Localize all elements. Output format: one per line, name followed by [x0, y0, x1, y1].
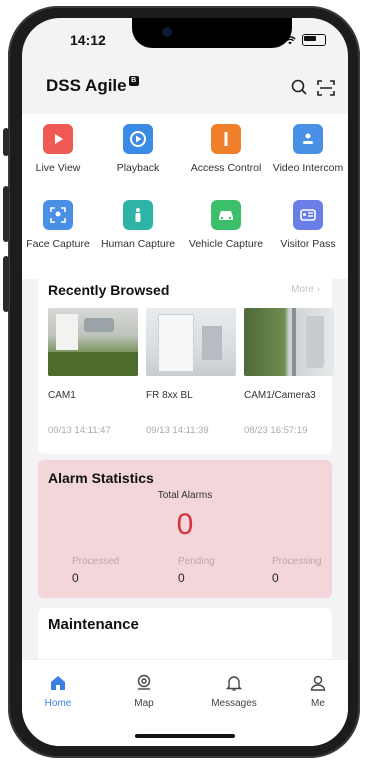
shortcut-label: Face Capture	[26, 238, 90, 250]
volume-up-button	[3, 186, 9, 242]
tab-label: Home	[44, 698, 72, 709]
shortcut-label: Access Control	[190, 162, 262, 174]
shortcut-label: Human Capture	[100, 238, 176, 250]
access-control-icon	[211, 124, 241, 154]
recently-browsed-title: Recently Browsed	[48, 282, 170, 298]
bottom-tab-bar: Home Map Messages Me	[22, 659, 348, 746]
volume-down-button	[3, 256, 9, 312]
camera-thumbnail	[244, 308, 334, 376]
more-link[interactable]: More ›	[291, 284, 320, 295]
shortcut-label: Vehicle Capture	[188, 238, 264, 250]
tab-home[interactable]: Home	[28, 672, 88, 709]
tab-map[interactable]: Map	[114, 672, 174, 709]
recent-item-name: FR 8xx BL	[146, 390, 193, 401]
shortcut-panel: Live View Playback Access Control Video Int…	[22, 114, 348, 279]
shortcut-label: Live View	[35, 162, 81, 174]
alarm-statistics-card[interactable]: Alarm Statistics Total Alarms 0 Processe…	[38, 460, 332, 598]
shortcut-label: Visitor Pass	[280, 238, 336, 250]
maintenance-title: Maintenance	[48, 616, 139, 633]
app-title: DSS Agile B	[46, 76, 139, 96]
vehicle-capture-icon	[211, 200, 241, 230]
total-alarms-label: Total Alarms	[157, 490, 213, 501]
alarm-stat-label: Processing	[272, 556, 322, 567]
mute-switch	[3, 128, 9, 156]
recent-item[interactable]: CAM1 09/13 14:11:47	[48, 308, 138, 436]
scan-icon[interactable]	[316, 78, 336, 98]
shortcut-live-view[interactable]: Live View	[22, 124, 98, 174]
shortcut-label: Video Intercom	[272, 162, 344, 174]
live-view-icon	[43, 124, 73, 154]
total-alarms-value: 0	[176, 508, 194, 541]
recent-item-name: CAM1/Camera3	[244, 390, 316, 401]
user-icon	[307, 672, 329, 694]
tab-label: Me	[311, 698, 325, 709]
shortcut-vehicle-capture[interactable]: Vehicle Capture	[186, 200, 266, 250]
shortcut-human-capture[interactable]: Human Capture	[98, 200, 178, 250]
tab-messages[interactable]: Messages	[204, 672, 264, 709]
human-capture-icon	[123, 200, 153, 230]
shortcut-face-capture[interactable]: Face Capture	[22, 200, 98, 250]
recent-item[interactable]: CAM1/Camera3 08/23 16:57:19	[244, 308, 334, 436]
alarm-stat-value: 0	[178, 571, 185, 585]
playback-icon	[123, 124, 153, 154]
front-camera	[162, 27, 172, 37]
home-indicator	[135, 734, 235, 738]
alarm-statistics-title: Alarm Statistics	[48, 470, 154, 486]
home-icon	[47, 672, 69, 694]
more-label: More	[291, 284, 314, 295]
phone-screen: 14:12 DSS Agile B Live View Playback Access…	[22, 18, 348, 746]
face-capture-icon	[43, 200, 73, 230]
shortcut-playback[interactable]: Playback	[98, 124, 178, 174]
recent-item-time: 09/13 14:11:47	[48, 425, 111, 436]
shortcut-access-control[interactable]: Access Control	[186, 124, 266, 174]
recently-browsed-card: Recently Browsed More › CAM1 09/13 14:11…	[38, 272, 334, 454]
camera-thumbnail	[48, 308, 138, 376]
camera-thumbnail	[146, 308, 236, 376]
recent-item-time: 08/23 16:57:19	[244, 425, 308, 436]
tab-label: Messages	[211, 698, 257, 709]
alarm-stat-label: Pending	[178, 556, 215, 567]
alarm-stat-pending: Pending 0	[178, 556, 268, 585]
alarm-stat-value: 0	[272, 571, 279, 585]
alarm-stat-processing: Processing 0	[272, 556, 348, 585]
app-title-text: DSS Agile	[46, 76, 127, 95]
battery-icon	[302, 34, 326, 46]
visitor-pass-icon	[293, 200, 323, 230]
app-header: DSS Agile B	[22, 74, 348, 104]
shortcut-video-intercom[interactable]: Video Intercom	[268, 124, 348, 174]
alarm-stat-processed: Processed 0	[72, 556, 162, 585]
alarm-stat-value: 0	[72, 571, 79, 585]
shortcut-label: Playback	[116, 162, 160, 174]
video-intercom-icon	[293, 124, 323, 154]
search-icon[interactable]	[290, 78, 308, 96]
recent-item[interactable]: FR 8xx BL 09/13 14:11:39	[146, 308, 236, 436]
recent-item-time: 09/13 14:11:39	[146, 425, 209, 436]
recent-item-name: CAM1	[48, 390, 76, 401]
notch	[132, 18, 292, 48]
bell-icon	[223, 672, 245, 694]
alarm-stat-label: Processed	[72, 556, 120, 567]
chevron-right-icon: ›	[316, 284, 320, 295]
tab-label: Map	[134, 698, 154, 709]
app-badge: B	[128, 76, 139, 86]
shortcut-visitor-pass[interactable]: Visitor Pass	[268, 200, 348, 250]
tab-me[interactable]: Me	[288, 672, 348, 709]
status-time: 14:12	[70, 32, 106, 48]
map-pin-icon	[133, 672, 155, 694]
